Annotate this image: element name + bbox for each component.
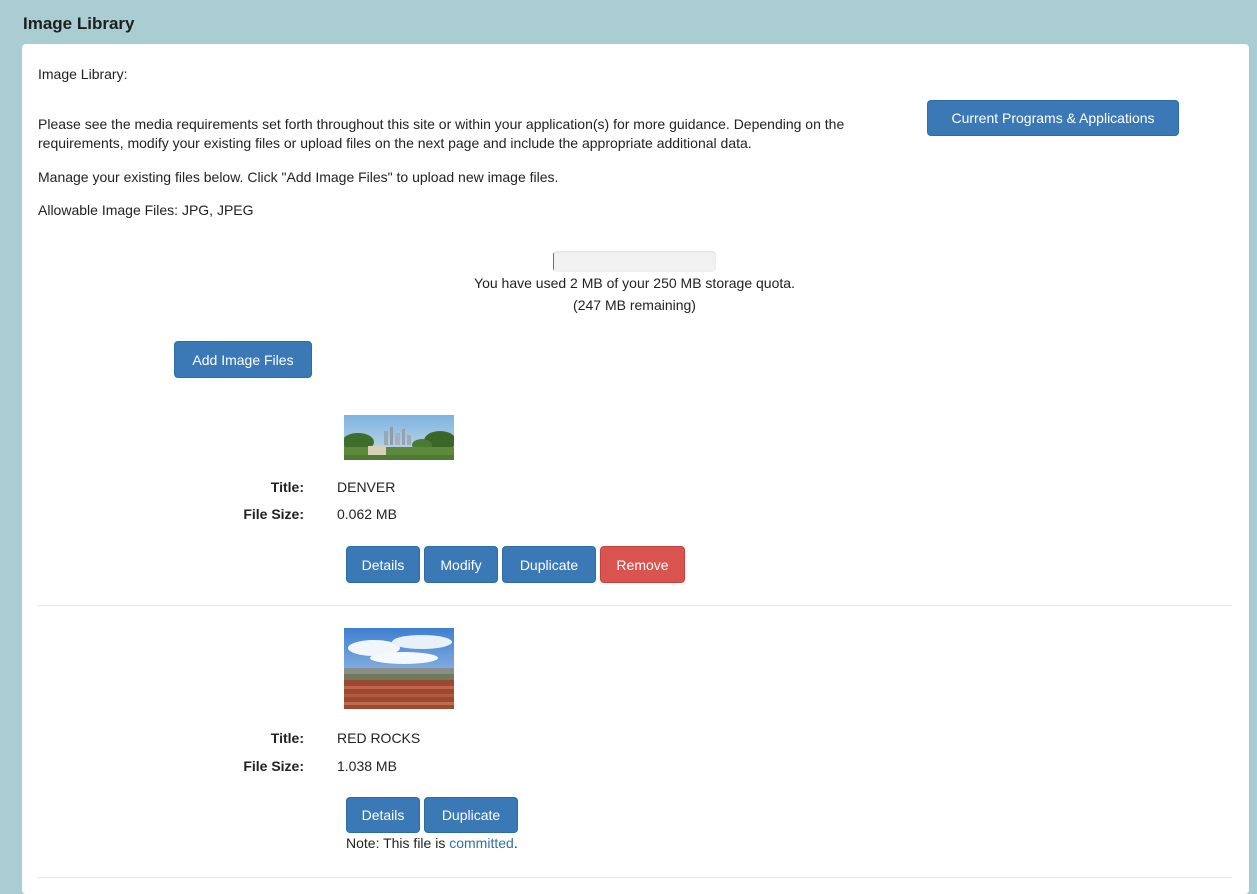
denver-image xyxy=(344,415,454,460)
file-size: 1.038 MB xyxy=(337,758,397,774)
panel-header: Image Library xyxy=(10,7,1247,40)
modify-button[interactable]: Modify xyxy=(424,546,498,583)
commit-note: Note: This file is committed. xyxy=(346,834,518,853)
denver-thumbnail[interactable] xyxy=(344,415,454,460)
details-button[interactable]: Details xyxy=(346,797,420,833)
label-title: Title: xyxy=(270,479,304,495)
committed-link[interactable]: committed xyxy=(449,835,514,851)
current-programs-button[interactable]: Current Programs & Applications xyxy=(927,100,1179,136)
allowable-files-text: Allowable Image Files: JPG, JPEG xyxy=(38,202,254,218)
label-title: Title: xyxy=(270,730,304,746)
red-rocks-image xyxy=(344,628,454,709)
manage-text: Manage your existing files below. Click … xyxy=(38,169,559,185)
details-button[interactable]: Details xyxy=(346,546,420,583)
commit-note-suffix: . xyxy=(513,835,518,851)
storage-quota-bar xyxy=(553,251,716,272)
guidance-text: Please see the media requirements set fo… xyxy=(38,116,845,151)
page-title: Image Library xyxy=(23,14,135,33)
file-title: RED ROCKS xyxy=(337,730,421,746)
intro-heading: Image Library: xyxy=(38,66,128,82)
storage-quota-fill xyxy=(553,251,555,272)
file-divider xyxy=(38,605,1232,606)
file-size: 0.062 MB xyxy=(337,506,397,522)
file-title: DENVER xyxy=(337,479,396,495)
add-image-files-button[interactable]: Add Image Files xyxy=(174,341,312,378)
label-file-size: File Size: xyxy=(243,506,304,522)
quota-used-text: You have used 2 MB of your 250 MB storag… xyxy=(474,275,795,291)
image-library-panel: Image Library: Please see the media requ… xyxy=(22,44,1249,894)
remove-button[interactable]: Remove xyxy=(600,546,685,583)
duplicate-button[interactable]: Duplicate xyxy=(424,797,518,833)
file-divider xyxy=(38,877,1232,878)
red-rocks-thumbnail[interactable] xyxy=(344,628,454,709)
commit-note-prefix: Note: This file is xyxy=(346,835,450,851)
quota-remaining-text: (247 MB remaining) xyxy=(573,297,696,313)
label-file-size: File Size: xyxy=(243,758,304,774)
duplicate-button[interactable]: Duplicate xyxy=(502,546,596,583)
